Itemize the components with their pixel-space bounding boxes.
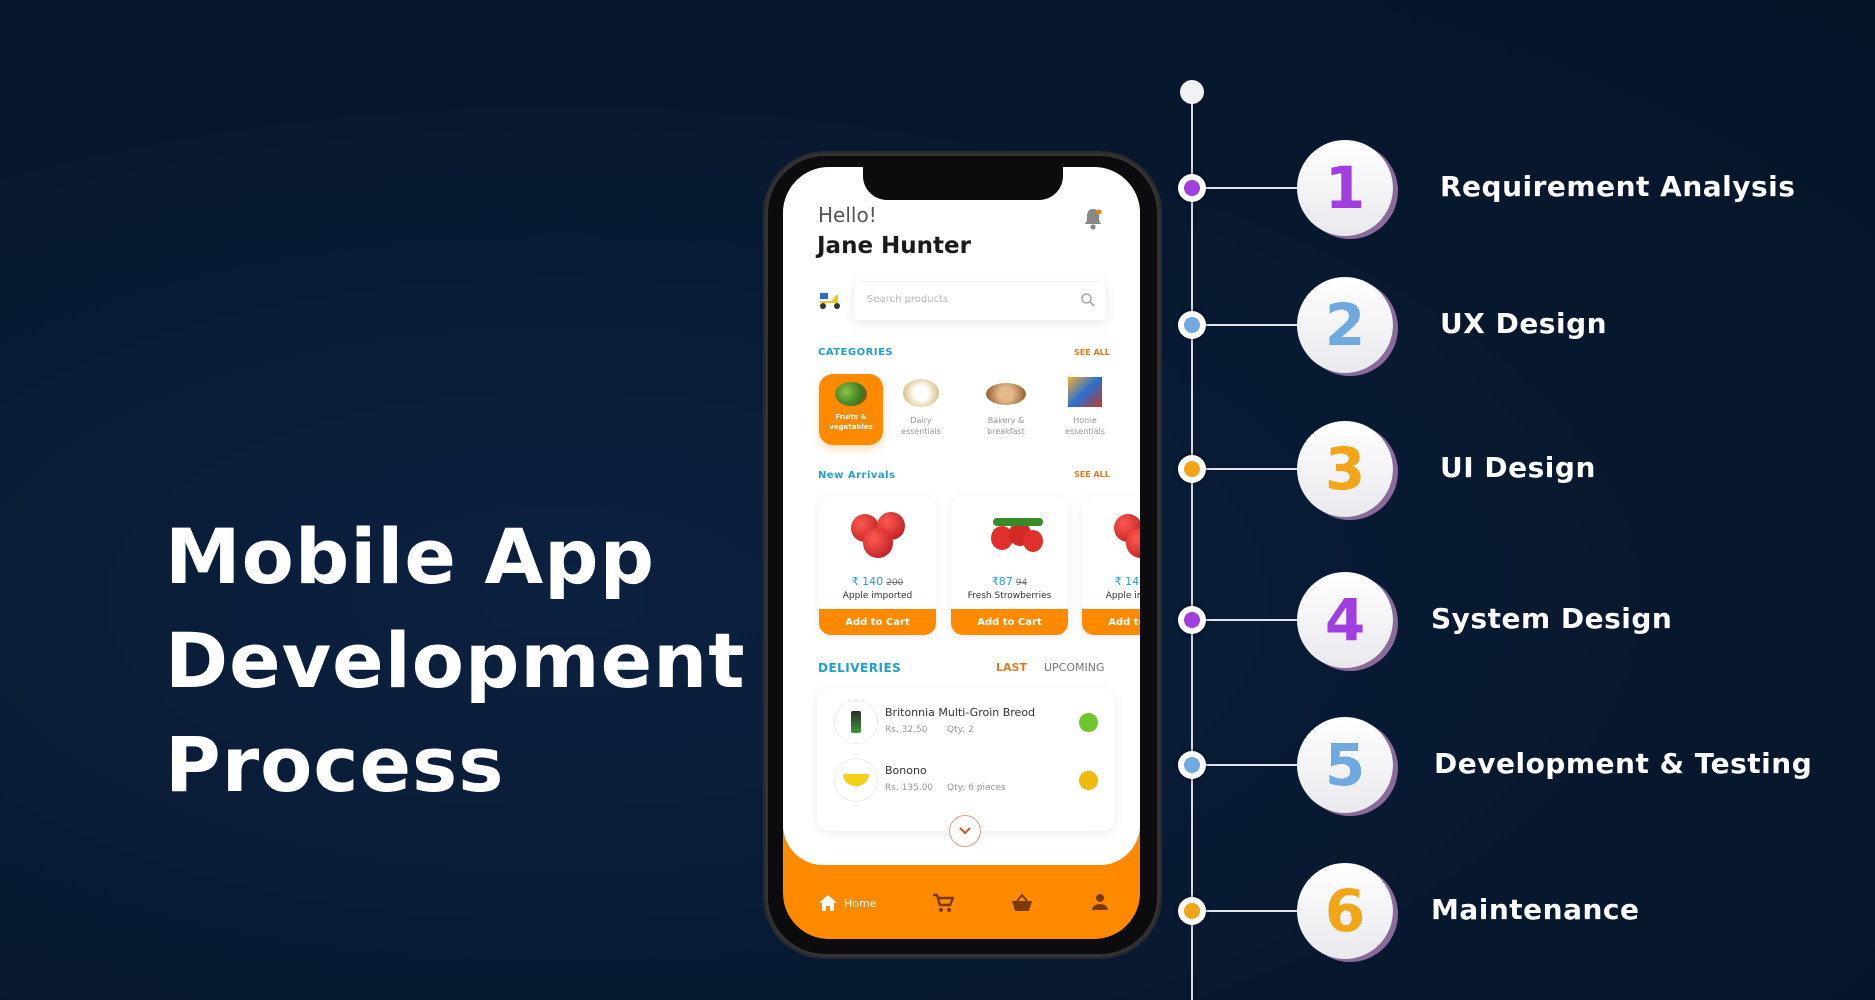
- chevron-down-icon: [959, 827, 971, 835]
- bell-icon[interactable]: [1083, 207, 1103, 231]
- delivery-item-price: Rs. 135.00: [885, 783, 934, 793]
- category-label: Bakery &: [987, 416, 1025, 425]
- nav-home[interactable]: Home: [818, 894, 876, 912]
- delivery-item-name: Britonnia Multi-Groin Breod: [885, 706, 1036, 719]
- product-price: ₹87: [991, 575, 1013, 588]
- headline-line-1: Mobile App: [165, 512, 655, 601]
- step-dot: [1178, 606, 1206, 634]
- product-card[interactable]: ₹ 140200 Apple imported Add to Cart: [1082, 496, 1140, 635]
- product-card[interactable]: ₹87 94 Fresh Strowberries Add to Cart: [951, 496, 1068, 635]
- product-carousel: ₹ 140 200 Apple imported Add to Cart ₹87 9…: [783, 490, 1140, 640]
- add-to-cart-button[interactable]: Add to Cart: [1082, 609, 1140, 635]
- category-label: essentials: [901, 427, 941, 436]
- tab-upcoming[interactable]: UPCOMING: [1044, 661, 1105, 674]
- headline: Mobile App Development Process: [165, 505, 746, 817]
- headline-line-3: Process: [165, 720, 505, 809]
- step-label: System Design: [1431, 602, 1673, 635]
- step-number-badge: 5: [1297, 717, 1393, 813]
- greeting: Hello!: [818, 203, 877, 227]
- nav-cart[interactable]: [932, 893, 955, 917]
- search-placeholder: Search products: [867, 294, 949, 305]
- nav-home-label: Home: [844, 896, 877, 910]
- delivery-item-image: [834, 758, 878, 802]
- add-to-cart-button[interactable]: Add to Cart: [951, 609, 1068, 635]
- product-name: Apple imported: [1105, 591, 1140, 601]
- nav-basket[interactable]: [1011, 893, 1033, 917]
- delivery-status-dot: [1079, 713, 1098, 732]
- delivery-status-dot: [1079, 771, 1098, 790]
- step-label: UX Design: [1440, 307, 1608, 340]
- step-number-badge: 4: [1297, 572, 1393, 668]
- product-name: Fresh Strowberries: [967, 591, 1052, 601]
- phone-notch: [863, 160, 1063, 200]
- user-icon: [1092, 894, 1108, 910]
- add-to-cart-button[interactable]: Add to Cart: [819, 609, 936, 635]
- category-label: breakfast: [987, 427, 1025, 436]
- product-old-price: 200: [886, 578, 904, 588]
- dairy-image: [903, 379, 939, 407]
- vegetables-image: [835, 382, 867, 406]
- bakery-image: [986, 383, 1026, 405]
- product-image: [829, 496, 929, 566]
- basket-icon: [1012, 893, 1032, 911]
- search-icon[interactable]: [1080, 292, 1096, 312]
- category-label: essentials: [1065, 427, 1105, 436]
- step-number-badge: 6: [1297, 863, 1393, 959]
- product-card[interactable]: ₹ 140200 Apple imported Add to Cart: [819, 496, 936, 635]
- new-arrivals-see-all-link[interactable]: SEE ALL: [1074, 470, 1110, 479]
- product-name: Apple imported: [842, 591, 913, 601]
- step-dot: [1178, 455, 1206, 483]
- step-label: UI Design: [1440, 451, 1596, 484]
- search-input[interactable]: Search products: [854, 282, 1106, 320]
- category-label: vegetables: [829, 423, 873, 431]
- delivery-item-price: Rs. 32.50: [885, 725, 928, 735]
- timeline-line: [1191, 92, 1193, 1000]
- delivery-item-name: Bonono: [885, 764, 927, 777]
- tab-last[interactable]: LAST: [996, 661, 1027, 674]
- product-price: ₹ 140: [851, 575, 884, 588]
- step-number-badge: 1: [1297, 140, 1393, 236]
- step-label: Requirement Analysis: [1440, 170, 1796, 203]
- deliveries-title: DELIVERIES: [818, 661, 902, 675]
- delivery-item-qty: Qty: 6 pieces: [947, 783, 1006, 793]
- category-label: Home: [1073, 416, 1097, 425]
- home-icon: [819, 895, 837, 911]
- categories-see-all-link[interactable]: SEE ALL: [1074, 348, 1110, 357]
- new-arrivals-title: New Arrivals: [818, 470, 896, 481]
- category-fruits-vegetables[interactable]: Fruits & vegetables: [819, 374, 883, 445]
- delivery-item-qty: Qty: 2: [947, 725, 974, 735]
- step-dot: [1178, 897, 1206, 925]
- step-dot: [1178, 311, 1206, 339]
- product-image: [961, 496, 1061, 566]
- cart-icon: [933, 893, 955, 912]
- product-image: [1092, 496, 1140, 566]
- step-label: Maintenance: [1431, 893, 1640, 926]
- headline-line-2: Development: [165, 616, 746, 705]
- delivery-item-image: [834, 700, 878, 744]
- timeline-start-dot: [1180, 80, 1204, 104]
- user-name: Jane Hunter: [817, 233, 971, 259]
- nav-profile[interactable]: [1091, 893, 1109, 915]
- step-label: Development & Testing: [1434, 747, 1813, 780]
- category-dairy[interactable]: Dairy essentials: [886, 375, 956, 437]
- category-label: Dairy: [910, 416, 932, 425]
- step-dot: [1178, 174, 1206, 202]
- expand-chevron-button[interactable]: [949, 815, 981, 847]
- product-price: ₹ 140: [1114, 575, 1140, 588]
- category-bakery[interactable]: Bakery & breakfast: [971, 375, 1041, 437]
- category-home[interactable]: Home essentials: [1050, 375, 1120, 437]
- product-old-price: 94: [1015, 578, 1028, 588]
- step-number-badge: 3: [1297, 421, 1393, 517]
- scooter-icon[interactable]: [818, 291, 842, 311]
- home-essentials-image: [1068, 377, 1102, 407]
- categories-title: CATEGORIES: [818, 347, 894, 358]
- step-dot: [1178, 751, 1206, 779]
- step-number-badge: 2: [1297, 277, 1393, 373]
- category-label: Fruits &: [835, 413, 867, 421]
